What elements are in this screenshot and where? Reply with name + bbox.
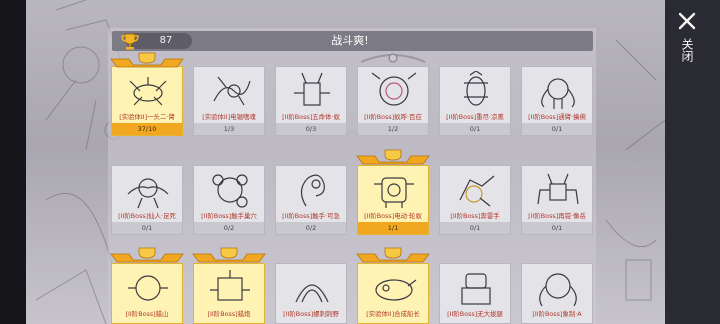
card-name: [II阶Boss]电动·轮蚁 <box>364 212 422 220</box>
card-name: [II阶Boss]通臂·擒佛 <box>528 113 586 121</box>
boss-portrait-icon <box>212 174 248 208</box>
card-name: [实验体II]电锯嗜魂 <box>202 113 256 121</box>
boss-portrait-icon <box>375 279 417 301</box>
achievement-card[interactable]: [II阶Boss]触手巢穴 0/2 <box>193 165 265 235</box>
card-name: [II阶Boss]五命体·蚁 <box>282 113 340 121</box>
achievement-card[interactable]: [II阶Boss]仙人·足死 0/1 <box>111 165 183 235</box>
trophy-ribbon-icon <box>110 247 184 263</box>
card-name: [II阶Boss]蜡山 <box>125 310 169 318</box>
card-name: [II阶Boss]无大拔腿 <box>447 310 503 318</box>
card-name: [II阶Boss]再钳·像岳 <box>528 212 586 220</box>
achievement-card[interactable]: [实验体II]一头二·臂 37/10 <box>111 66 183 136</box>
card-name: [II阶Boss]仙人·足死 <box>118 212 176 220</box>
achievement-card[interactable]: [II阶Boss]电动·轮蚁 1/1 <box>357 165 429 235</box>
achievement-card[interactable]: [II阶Boss]通臂·擒佛 0/1 <box>521 66 593 136</box>
card-progress: 1/1 <box>358 222 428 234</box>
boss-portrait-icon <box>210 270 250 301</box>
card-progress: 1/2 <box>358 123 428 135</box>
boss-portrait-icon <box>129 77 167 106</box>
boss-portrait-icon <box>128 275 168 301</box>
trophy-ribbon-icon <box>356 149 430 165</box>
boss-portrait-icon <box>537 173 579 205</box>
card-name: [II阶Boss]重尽·凉熏 <box>446 113 504 121</box>
achievement-card[interactable]: [II阶Boss]蜡山 <box>111 263 183 324</box>
card-name: [II阶Boss]奔雷手 <box>450 212 500 220</box>
trophy-ribbon-icon <box>192 247 266 263</box>
card-progress: 0/1 <box>440 222 510 234</box>
card-name: [实验体II]合成船长 <box>366 310 420 318</box>
card-name: [II阶Boss]象制·A <box>532 310 582 318</box>
close-icon[interactable] <box>676 10 698 32</box>
card-name: [II阶Boss]蚁呼·百应 <box>364 113 422 121</box>
boss-portrait-icon <box>295 284 329 303</box>
boss-portrait-icon <box>374 177 414 208</box>
card-progress: 37/10 <box>112 123 182 135</box>
boss-portrait-icon <box>371 72 417 106</box>
trophy-count: 87 <box>159 35 173 46</box>
achievement-card[interactable]: [II阶Boss]无大拔腿 <box>439 263 511 324</box>
card-progress: 0/2 <box>194 222 264 234</box>
card-name: [II阶Boss]触手巢穴 <box>201 212 257 220</box>
trophy-icon <box>121 33 139 50</box>
boss-portrait-icon <box>300 174 325 207</box>
achievement-card[interactable]: [II阶Boss]螺刺刺野 <box>275 263 347 324</box>
trophy-ribbon-icon <box>360 53 426 63</box>
boss-portrait-icon <box>459 175 495 207</box>
card-progress: 0/1 <box>440 123 510 135</box>
card-name: [II阶Boss]螺刺刺野 <box>283 310 339 318</box>
boss-portrait-icon <box>294 72 330 106</box>
card-progress: 0/1 <box>112 222 182 234</box>
card-progress: 0/3 <box>276 123 346 135</box>
card-progress: 1/3 <box>194 123 264 135</box>
boss-portrait-icon <box>127 178 169 209</box>
card-name: [II阶Boss]触手·可急 <box>282 212 340 220</box>
panel-title: 战斗爽! <box>331 34 369 47</box>
achievement-card[interactable]: [II阶Boss]蜡炮 <box>193 263 265 324</box>
card-progress: 0/1 <box>522 222 592 234</box>
card-progress: 0/1 <box>522 123 592 135</box>
achievement-card[interactable]: [II阶Boss]象制·A <box>521 263 593 324</box>
achievement-card[interactable]: [II阶Boss]再钳·像岳 0/1 <box>521 165 593 235</box>
achievement-card[interactable]: [II阶Boss]五命体·蚁 0/3 <box>275 66 347 136</box>
close-label[interactable]: 关闭 <box>680 35 694 65</box>
boss-portrait-icon <box>541 78 575 109</box>
boss-portrait-icon <box>464 71 488 106</box>
card-progress: 0/2 <box>276 222 346 234</box>
achievement-card[interactable]: [II阶Boss]蚁呼·百应 1/2 <box>357 66 429 136</box>
card-name: [实验体II]一头二·臂 <box>119 113 175 121</box>
trophy-ribbon-icon <box>110 52 184 68</box>
achievement-card[interactable]: [II阶Boss]奔雷手 0/1 <box>439 165 511 235</box>
boss-portrait-icon <box>539 273 577 307</box>
trophy-ribbon-icon <box>356 247 430 263</box>
boss-portrait-icon <box>461 273 491 305</box>
left-screen-edge <box>0 0 26 324</box>
card-name: [II阶Boss]蜡炮 <box>207 310 251 318</box>
achievement-card[interactable]: [实验体II]合成船长 <box>357 263 429 324</box>
achievement-card[interactable]: [II阶Boss]重尽·凉熏 0/1 <box>439 66 511 136</box>
achievement-card[interactable]: [II阶Boss]触手·可急 0/2 <box>275 165 347 235</box>
boss-portrait-icon <box>213 76 251 106</box>
achievement-card[interactable]: [实验体II]电锯嗜魂 1/3 <box>193 66 265 136</box>
